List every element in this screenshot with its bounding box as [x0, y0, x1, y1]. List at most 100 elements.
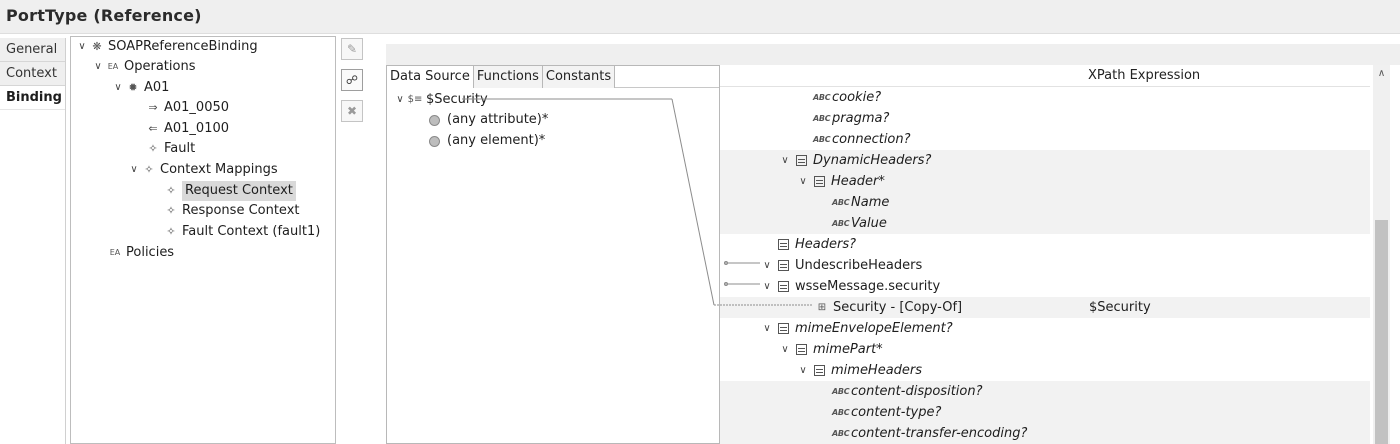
attribute-icon	[429, 114, 440, 126]
tree-item-fault-context[interactable]: ✧ Fault Context (fault1)	[163, 222, 320, 242]
context-icon: ✧	[166, 204, 176, 217]
fault-icon: ✧	[148, 142, 158, 155]
data-source-root[interactable]: ∨ $≡ $Security	[393, 90, 487, 110]
chevron-down-icon[interactable]: ∨	[111, 78, 125, 98]
tab-data-source[interactable]: Data Source	[387, 66, 474, 88]
string-icon: ABC	[832, 387, 850, 396]
add-mapping-button[interactable]: ✎	[341, 38, 363, 60]
target-row[interactable]: ∨ mimeHeaders	[720, 360, 1370, 381]
chevron-down-icon[interactable]: ∨	[778, 150, 792, 171]
chevron-down-icon[interactable]: ∨	[127, 160, 141, 180]
context-icon: ✧	[166, 184, 176, 197]
policies-icon: EA	[109, 248, 121, 257]
delete-mapping-button[interactable]: ✖	[341, 100, 363, 122]
string-icon: ABC	[832, 429, 850, 438]
copy-of-icon: ⊞	[817, 302, 827, 313]
target-row[interactable]: ∨ DynamicHeaders?	[720, 150, 1370, 171]
string-icon: ABC	[832, 198, 850, 207]
chevron-down-icon[interactable]: ∨	[760, 318, 774, 339]
target-row[interactable]: ABC Value	[720, 213, 1370, 234]
chevron-down-icon[interactable]: ∨	[778, 339, 792, 360]
add-mapping-icon: ✎	[346, 42, 358, 56]
chevron-down-icon[interactable]: ∨	[75, 37, 89, 57]
tree-item-request-context[interactable]: ✧ Request Context	[163, 181, 296, 201]
target-column-header: XPath Expression	[720, 65, 1370, 87]
element-icon	[778, 260, 789, 271]
tab-binding[interactable]: Binding	[0, 86, 65, 110]
target-row[interactable]: ∨ mimePart*	[720, 339, 1370, 360]
string-icon: ABC	[832, 408, 850, 417]
edit-mapping-icon: ☍	[345, 73, 359, 87]
tree-item-fault[interactable]: ✧ Fault	[145, 139, 195, 159]
binding-tree: ∨ ❋ SOAPReferenceBinding ∨ EA Operations…	[70, 36, 336, 444]
tree-item-response-context[interactable]: ✧ Response Context	[163, 201, 299, 221]
chevron-down-icon[interactable]: ∨	[760, 276, 774, 297]
tab-context[interactable]: Context	[0, 62, 65, 86]
target-row[interactable]: ABC connection?	[720, 129, 1370, 150]
chevron-down-icon[interactable]: ∨	[796, 360, 810, 381]
target-row[interactable]: ABC content-type?	[720, 402, 1370, 423]
target-row[interactable]: ABC pragma?	[720, 108, 1370, 129]
element-icon	[796, 155, 807, 166]
binding-icon: ❋	[92, 40, 102, 53]
context-icon: ✧	[166, 225, 176, 238]
window-title: PortType (Reference)	[6, 6, 202, 25]
element-icon	[796, 344, 807, 355]
target-row[interactable]: ∨ Header*	[720, 171, 1370, 192]
vertical-tabs: General Context Binding	[0, 38, 66, 444]
mapping-toolbar: ✎ ☍ ✖	[338, 36, 366, 444]
target-row[interactable]: ABC content-disposition?	[720, 381, 1370, 402]
output-message-icon: ⇐	[148, 122, 158, 135]
edit-mapping-button[interactable]: ☍	[341, 69, 363, 91]
string-icon: ABC	[832, 219, 850, 228]
target-schema-panel: XPath Expression ABC cookie? ABC pragma? A…	[720, 65, 1400, 444]
vertical-scrollbar[interactable]: ∧	[1373, 65, 1390, 444]
data-source-item[interactable]: (any attribute)*	[429, 110, 548, 130]
operations-icon: EA	[107, 62, 119, 71]
input-message-icon: ⇒	[148, 101, 158, 114]
tree-item-operations[interactable]: ∨ EA Operations	[91, 57, 195, 77]
mapper-header	[386, 44, 1400, 66]
element-icon	[778, 239, 789, 250]
element-icon	[778, 281, 789, 292]
delete-mapping-icon: ✖	[346, 104, 358, 118]
string-icon: ABC	[813, 93, 831, 102]
tree-item-input-message[interactable]: ⇒ A01_0050	[145, 98, 229, 118]
target-row[interactable]: ∨ wsseMessage.security	[720, 276, 1370, 297]
string-icon: ABC	[813, 135, 831, 144]
target-row[interactable]: ∨ UndescribeHeaders	[720, 255, 1370, 276]
xpath-expression[interactable]: $Security	[1089, 297, 1151, 318]
chevron-up-icon[interactable]: ∧	[1373, 65, 1390, 83]
data-source-item[interactable]: (any element)*	[429, 131, 545, 151]
title-bar: PortType (Reference)	[0, 0, 1400, 34]
tree-item-root[interactable]: ∨ ❋ SOAPReferenceBinding	[75, 37, 257, 57]
target-row[interactable]: ∨ mimeEnvelopeElement?	[720, 318, 1370, 339]
gear-icon: ✹	[128, 81, 138, 94]
tree-item-policies[interactable]: EA Policies	[107, 243, 174, 263]
context-mapping-icon: ✧	[144, 163, 154, 176]
chevron-down-icon[interactable]: ∨	[91, 57, 105, 77]
variable-icon: $≡	[407, 94, 423, 105]
target-row[interactable]: Headers?	[720, 234, 1370, 255]
tab-general[interactable]: General	[0, 38, 65, 62]
target-row[interactable]: ABC content-transfer-encoding?	[720, 423, 1370, 444]
tree-item-context-mappings[interactable]: ∨ ✧ Context Mappings	[127, 160, 277, 180]
chevron-down-icon[interactable]: ∨	[393, 90, 407, 110]
tree-item-output-message[interactable]: ⇐ A01_0100	[145, 119, 229, 139]
element-icon	[429, 135, 440, 147]
data-source-tabs: Data Source Functions Constants	[387, 66, 719, 88]
target-row-mapped[interactable]: ⊞ Security - [Copy-Of] $Security	[720, 297, 1370, 318]
target-row[interactable]: ABC Name	[720, 192, 1370, 213]
string-icon: ABC	[813, 114, 831, 123]
element-icon	[814, 365, 825, 376]
chevron-down-icon[interactable]: ∨	[760, 255, 774, 276]
element-icon	[814, 176, 825, 187]
tab-constants[interactable]: Constants	[542, 66, 616, 88]
tab-functions[interactable]: Functions	[473, 66, 543, 88]
element-icon	[778, 323, 789, 334]
chevron-down-icon[interactable]: ∨	[796, 171, 810, 192]
scrollbar-thumb[interactable]	[1375, 220, 1388, 444]
data-source-panel: Data Source Functions Constants ∨ $≡ $Se…	[386, 65, 720, 444]
target-row[interactable]: ABC cookie?	[720, 87, 1370, 108]
tree-item-operation[interactable]: ∨ ✹ A01	[111, 78, 169, 98]
